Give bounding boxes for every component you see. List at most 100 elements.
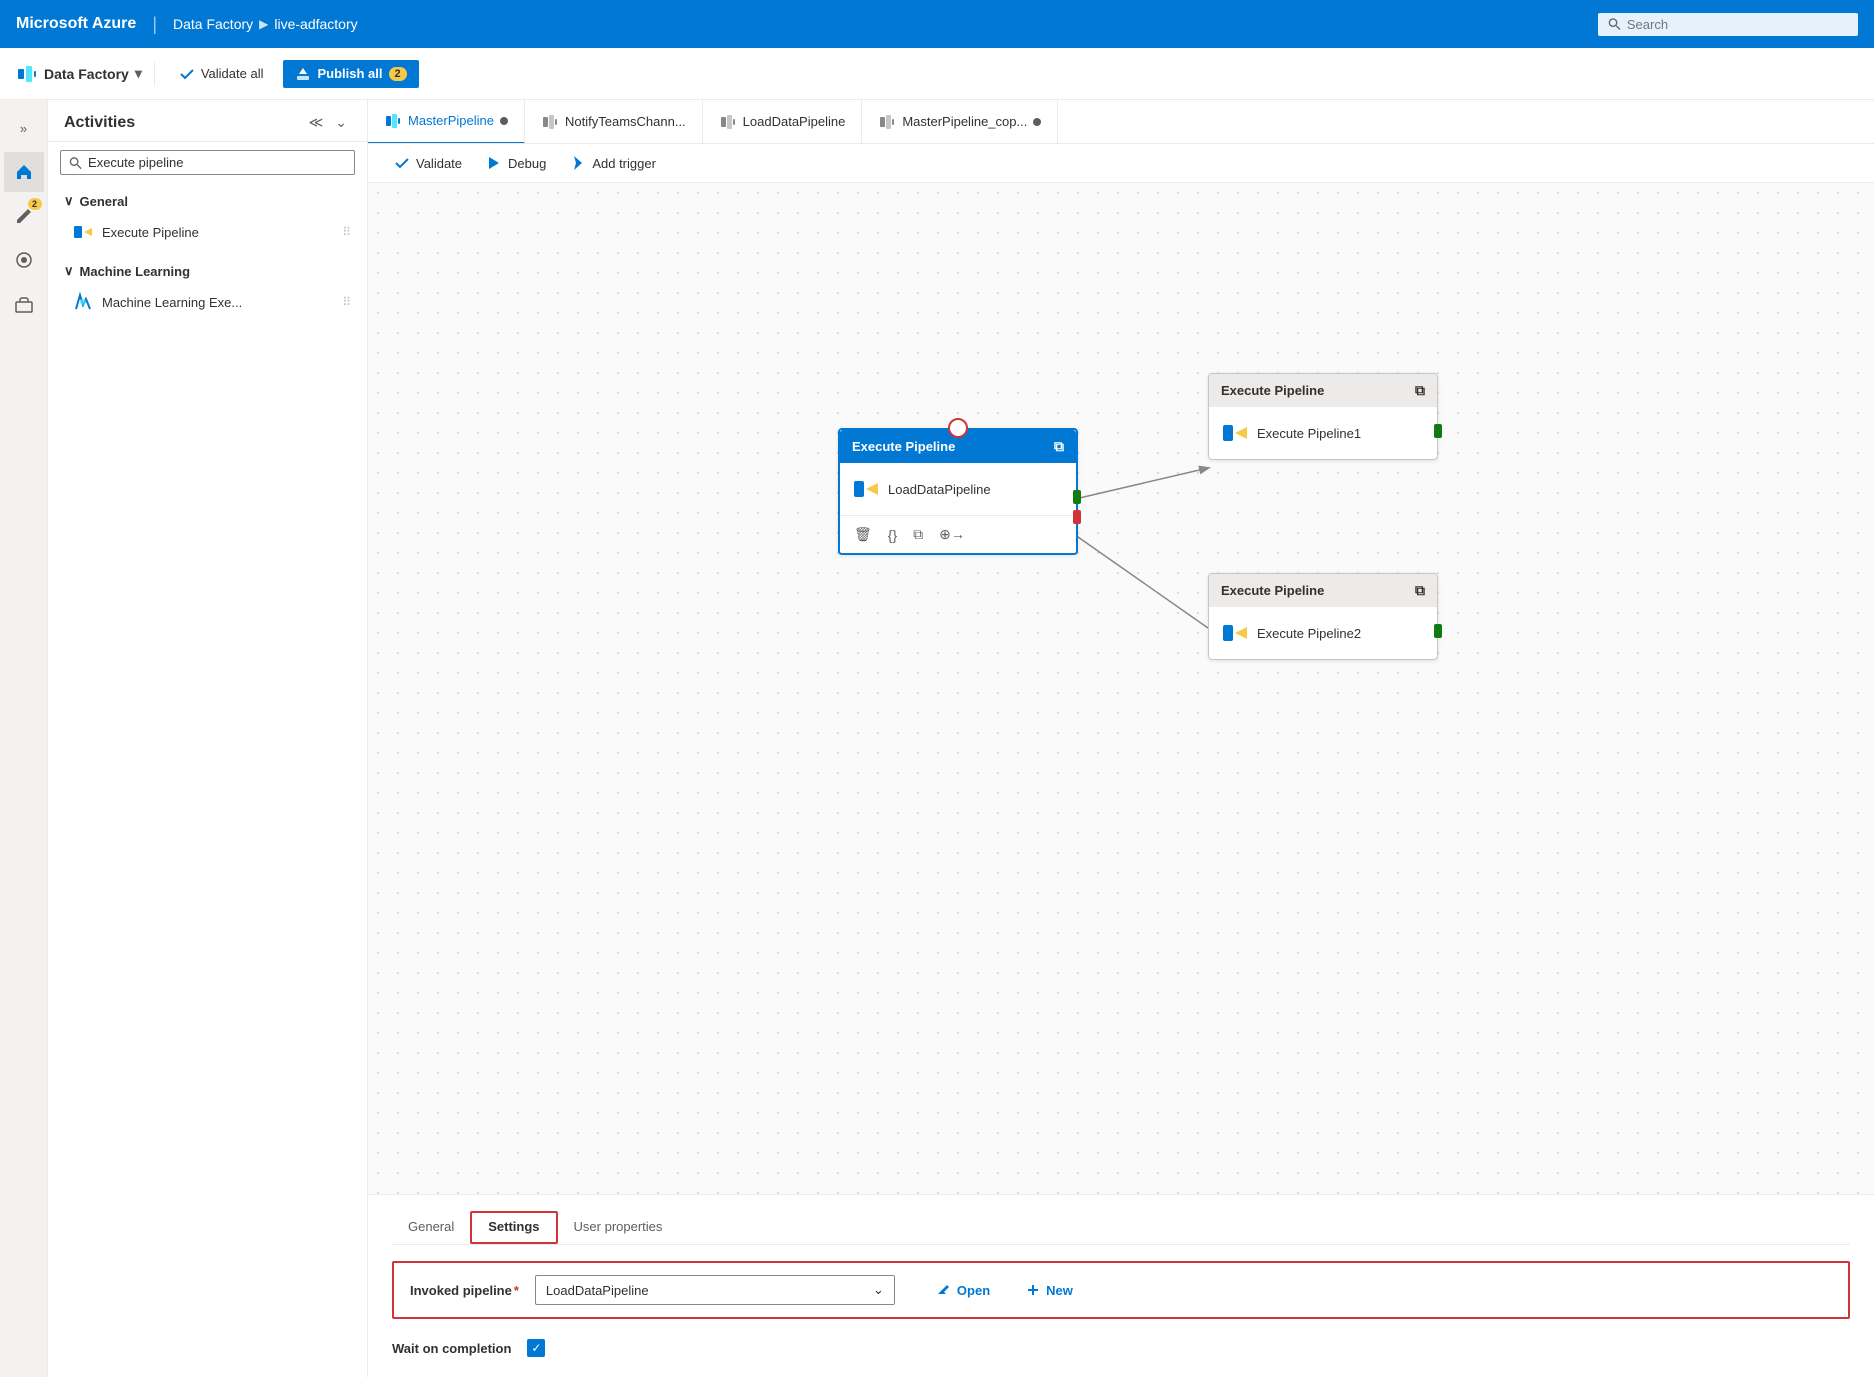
node-footer-main: 🗑 {} ⧉ ⊕→ bbox=[840, 515, 1076, 553]
ml-chevron: ∨ bbox=[64, 263, 74, 279]
execute-pipeline-node-2[interactable]: Execute Pipeline ⧉ Execute Pipeline2 bbox=[1208, 573, 1438, 660]
drag-handle-2[interactable]: ⠿ bbox=[342, 295, 351, 309]
pipeline-tab-icon-4 bbox=[878, 113, 896, 131]
ml-icon bbox=[72, 291, 94, 313]
invoked-pipeline-dropdown[interactable]: LoadDataPipeline ⌄ bbox=[535, 1275, 895, 1305]
invoked-pipeline-value: LoadDataPipeline bbox=[546, 1283, 649, 1298]
wait-completion-row: Wait on completion ✓ bbox=[392, 1335, 1850, 1361]
invoked-pipeline-row: Invoked pipeline* LoadDataPipeline ⌄ Ope… bbox=[392, 1261, 1850, 1319]
tab-notify-teams[interactable]: NotifyTeamsChann... bbox=[525, 100, 703, 144]
node-open-icon-1[interactable]: ⧉ bbox=[1415, 382, 1425, 399]
home-icon bbox=[14, 162, 34, 182]
node-delete-btn[interactable]: 🗑 bbox=[852, 524, 874, 545]
open-label: Open bbox=[957, 1283, 990, 1298]
bottom-tab-settings[interactable]: Settings bbox=[470, 1211, 557, 1244]
tab-master-copy[interactable]: MasterPipeline_cop... bbox=[862, 100, 1058, 144]
activities-collapse-btn[interactable]: ≪ bbox=[305, 112, 328, 133]
execute-pipeline-icon bbox=[72, 221, 94, 243]
list-item[interactable]: Execute Pipeline ⠿ bbox=[48, 215, 367, 249]
canvas-toolbar: Validate Debug Add trigger bbox=[368, 144, 1874, 183]
connection-lines bbox=[368, 183, 1874, 1194]
drag-handle[interactable]: ⠿ bbox=[342, 225, 351, 239]
general-section-header[interactable]: ∨ General bbox=[48, 187, 367, 215]
tab-master-pipeline[interactable]: MasterPipeline bbox=[368, 100, 525, 144]
bottom-tab-user-properties[interactable]: User properties bbox=[558, 1211, 679, 1244]
open-pipeline-button[interactable]: Open bbox=[927, 1278, 1000, 1303]
tab-load-label: LoadDataPipeline bbox=[743, 114, 846, 129]
node-open-icon-2[interactable]: ⧉ bbox=[1415, 582, 1425, 599]
node-header-2: Execute Pipeline ⧉ bbox=[1209, 574, 1437, 607]
breadcrumb-arrow: ▶ bbox=[259, 17, 268, 31]
toolbox-icon bbox=[14, 294, 34, 314]
wait-completion-checkbox[interactable]: ✓ bbox=[527, 1339, 545, 1357]
sidebar-item-monitor[interactable] bbox=[4, 240, 44, 280]
global-search[interactable] bbox=[1598, 13, 1858, 36]
required-marker: * bbox=[514, 1283, 519, 1298]
search-input[interactable] bbox=[1627, 17, 1848, 32]
debug-button[interactable]: Debug bbox=[476, 150, 556, 176]
node-header-label: Execute Pipeline bbox=[852, 439, 955, 454]
ml-section-header[interactable]: ∨ Machine Learning bbox=[48, 257, 367, 285]
node-header-label-1: Execute Pipeline bbox=[1221, 383, 1324, 398]
node-link-btn[interactable]: ⊕→ bbox=[937, 524, 967, 545]
node-success-bar-2 bbox=[1434, 624, 1442, 638]
debug-icon bbox=[486, 155, 502, 171]
add-trigger-button[interactable]: Add trigger bbox=[560, 150, 666, 176]
activities-chevron-btn[interactable]: ⌄ bbox=[331, 112, 351, 133]
new-pipeline-button[interactable]: New bbox=[1016, 1278, 1083, 1303]
bottom-panel: General Settings User properties Invoked… bbox=[368, 1194, 1874, 1377]
publish-all-button[interactable]: Publish all 2 bbox=[283, 60, 418, 88]
activities-search-input[interactable] bbox=[88, 155, 346, 170]
sidebar-item-home[interactable] bbox=[4, 152, 44, 192]
search-icon bbox=[1608, 17, 1621, 31]
activities-search-box[interactable] bbox=[60, 150, 355, 175]
execute-node-icon-1 bbox=[1221, 419, 1249, 447]
publish-icon bbox=[295, 66, 311, 82]
settings-row-actions: Open New bbox=[927, 1278, 1083, 1303]
sidebar-icon-expand[interactable]: » bbox=[4, 108, 44, 148]
node-body-1: Execute Pipeline1 bbox=[1209, 407, 1437, 459]
execute-pipeline-node-main[interactable]: Execute Pipeline ⧉ LoadDataPipeline 🗑 { bbox=[838, 428, 1078, 555]
new-label: New bbox=[1046, 1283, 1073, 1298]
node-body-label: LoadDataPipeline bbox=[888, 482, 991, 497]
edit-badge: 2 bbox=[28, 198, 42, 210]
tab-dirty-indicator bbox=[500, 117, 508, 125]
execute-pipeline-label: Execute Pipeline bbox=[102, 225, 199, 240]
bottom-tab-general[interactable]: General bbox=[392, 1211, 470, 1244]
validate-all-button[interactable]: Validate all bbox=[167, 60, 276, 88]
pipeline-canvas[interactable]: Execute Pipeline ⧉ LoadDataPipeline 🗑 { bbox=[368, 183, 1874, 1194]
node-top-circle bbox=[948, 418, 968, 438]
node-success-bar bbox=[1073, 490, 1081, 504]
main-layout: » 2 Activities bbox=[0, 100, 1874, 1377]
pipeline-tab-icon-2 bbox=[541, 113, 559, 131]
tab-load-data[interactable]: LoadDataPipeline bbox=[703, 100, 863, 144]
node-error-bar bbox=[1073, 510, 1081, 524]
debug-label: Debug bbox=[508, 156, 546, 171]
toolbar-dropdown-icon[interactable]: ▾ bbox=[135, 65, 142, 82]
node-open-icon[interactable]: ⧉ bbox=[1054, 438, 1064, 455]
general-label: General bbox=[80, 194, 128, 209]
service-label: Data Factory bbox=[173, 16, 253, 32]
tab-master-copy-label: MasterPipeline_cop... bbox=[902, 114, 1027, 129]
sidebar-item-toolbox[interactable] bbox=[4, 284, 44, 324]
activities-section-general: ∨ General Execute Pipeline ⠿ bbox=[48, 183, 367, 253]
validate-all-label: Validate all bbox=[201, 66, 264, 81]
sidebar-item-edit[interactable]: 2 bbox=[4, 196, 44, 236]
brand-label: Microsoft Azure bbox=[16, 15, 136, 33]
bottom-tab-settings-label: Settings bbox=[488, 1219, 539, 1234]
ml-label: Machine Learning bbox=[80, 264, 191, 279]
bottom-tab-general-label: General bbox=[408, 1219, 454, 1234]
tab-master-pipeline-label: MasterPipeline bbox=[408, 113, 494, 128]
checkbox-check-icon: ✓ bbox=[531, 1341, 541, 1355]
node-copy-btn[interactable]: ⧉ bbox=[911, 524, 925, 545]
execute-pipeline-node-1[interactable]: Execute Pipeline ⧉ Execute Pipeline1 bbox=[1208, 373, 1438, 460]
node-params-btn[interactable]: {} bbox=[886, 524, 899, 545]
list-item[interactable]: Machine Learning Exe... ⠿ bbox=[48, 285, 367, 319]
tab-dirty-indicator-2 bbox=[1033, 118, 1041, 126]
breadcrumb: Data Factory ▶ live-adfactory bbox=[173, 16, 358, 32]
bottom-tab-user-label: User properties bbox=[574, 1219, 663, 1234]
validate-button[interactable]: Validate bbox=[384, 150, 472, 176]
node-body-label-2: Execute Pipeline2 bbox=[1257, 626, 1361, 641]
plus-icon bbox=[1026, 1283, 1040, 1297]
activities-title: Activities bbox=[64, 114, 135, 132]
